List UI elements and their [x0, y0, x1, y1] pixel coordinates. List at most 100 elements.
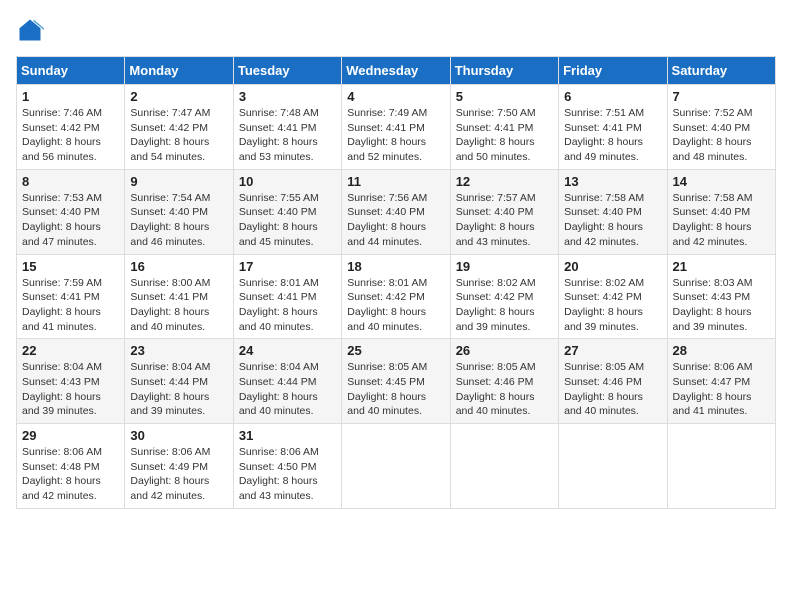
calendar-cell: 7 Sunrise: 7:52 AM Sunset: 4:40 PM Dayli…: [667, 85, 775, 170]
day-info: Sunrise: 8:06 AM Sunset: 4:47 PM Dayligh…: [673, 360, 770, 419]
calendar-cell: [450, 424, 558, 509]
day-number: 15: [22, 259, 119, 274]
calendar-cell: 19 Sunrise: 8:02 AM Sunset: 4:42 PM Dayl…: [450, 254, 558, 339]
calendar-cell: 2 Sunrise: 7:47 AM Sunset: 4:42 PM Dayli…: [125, 85, 233, 170]
day-info: Sunrise: 7:52 AM Sunset: 4:40 PM Dayligh…: [673, 106, 770, 165]
sunrise-time: 8:03 AM: [714, 277, 753, 289]
daylight-label: Daylight: 8 hours and 39 minutes.: [22, 391, 101, 418]
logo-icon: [16, 16, 44, 44]
sunset-label: Sunset:: [239, 291, 278, 303]
sunrise-label: Sunrise:: [22, 192, 63, 204]
sunrise-label: Sunrise:: [564, 107, 605, 119]
day-number: 5: [456, 89, 553, 104]
sunrise-time: 7:48 AM: [280, 107, 319, 119]
day-info: Sunrise: 8:05 AM Sunset: 4:45 PM Dayligh…: [347, 360, 444, 419]
sunset-label: Sunset:: [673, 122, 712, 134]
sunset-time: 4:41 PM: [603, 122, 642, 134]
sunset-time: 4:40 PM: [169, 206, 208, 218]
daylight-label: Daylight: 8 hours and 53 minutes.: [239, 136, 318, 163]
sunset-time: 4:40 PM: [603, 206, 642, 218]
sunset-label: Sunset:: [239, 206, 278, 218]
sunrise-time: 8:05 AM: [606, 361, 645, 373]
sunset-time: 4:41 PM: [494, 122, 533, 134]
sunrise-time: 8:01 AM: [389, 277, 428, 289]
weekday-header-tuesday: Tuesday: [233, 57, 341, 85]
sunrise-label: Sunrise:: [673, 192, 714, 204]
day-number: 7: [673, 89, 770, 104]
day-number: 28: [673, 343, 770, 358]
day-info: Sunrise: 7:51 AM Sunset: 4:41 PM Dayligh…: [564, 106, 661, 165]
sunrise-label: Sunrise:: [239, 446, 280, 458]
sunset-time: 4:42 PM: [386, 291, 425, 303]
daylight-label: Daylight: 8 hours and 39 minutes.: [673, 306, 752, 333]
daylight-label: Daylight: 8 hours and 40 minutes.: [130, 306, 209, 333]
day-info: Sunrise: 8:01 AM Sunset: 4:41 PM Dayligh…: [239, 276, 336, 335]
calendar-cell: 5 Sunrise: 7:50 AM Sunset: 4:41 PM Dayli…: [450, 85, 558, 170]
daylight-label: Daylight: 8 hours and 39 minutes.: [564, 306, 643, 333]
day-info: Sunrise: 8:02 AM Sunset: 4:42 PM Dayligh…: [564, 276, 661, 335]
calendar-cell: 6 Sunrise: 7:51 AM Sunset: 4:41 PM Dayli…: [559, 85, 667, 170]
day-info: Sunrise: 7:49 AM Sunset: 4:41 PM Dayligh…: [347, 106, 444, 165]
day-info: Sunrise: 8:02 AM Sunset: 4:42 PM Dayligh…: [456, 276, 553, 335]
weekday-header-wednesday: Wednesday: [342, 57, 450, 85]
day-number: 18: [347, 259, 444, 274]
sunset-label: Sunset:: [22, 122, 61, 134]
day-info: Sunrise: 7:46 AM Sunset: 4:42 PM Dayligh…: [22, 106, 119, 165]
daylight-label: Daylight: 8 hours and 40 minutes.: [564, 391, 643, 418]
calendar-cell: 22 Sunrise: 8:04 AM Sunset: 4:43 PM Dayl…: [17, 339, 125, 424]
daylight-label: Daylight: 8 hours and 42 minutes.: [564, 221, 643, 248]
sunset-label: Sunset:: [239, 461, 278, 473]
weekday-header-sunday: Sunday: [17, 57, 125, 85]
day-number: 11: [347, 174, 444, 189]
sunrise-time: 7:47 AM: [172, 107, 211, 119]
sunset-time: 4:47 PM: [711, 376, 750, 388]
calendar-cell: 30 Sunrise: 8:06 AM Sunset: 4:49 PM Dayl…: [125, 424, 233, 509]
sunrise-label: Sunrise:: [239, 192, 280, 204]
sunset-time: 4:49 PM: [169, 461, 208, 473]
sunset-label: Sunset:: [347, 291, 386, 303]
day-info: Sunrise: 7:57 AM Sunset: 4:40 PM Dayligh…: [456, 191, 553, 250]
sunset-label: Sunset:: [22, 206, 61, 218]
sunrise-label: Sunrise:: [22, 361, 63, 373]
sunrise-label: Sunrise:: [130, 192, 171, 204]
day-number: 24: [239, 343, 336, 358]
sunrise-time: 7:58 AM: [714, 192, 753, 204]
day-number: 6: [564, 89, 661, 104]
sunset-time: 4:40 PM: [711, 206, 750, 218]
sunrise-time: 8:06 AM: [280, 446, 319, 458]
sunset-label: Sunset:: [239, 376, 278, 388]
sunset-time: 4:42 PM: [61, 122, 100, 134]
weekday-header-monday: Monday: [125, 57, 233, 85]
sunrise-time: 8:04 AM: [63, 361, 102, 373]
day-number: 31: [239, 428, 336, 443]
sunset-label: Sunset:: [347, 122, 386, 134]
daylight-label: Daylight: 8 hours and 45 minutes.: [239, 221, 318, 248]
sunrise-label: Sunrise:: [130, 277, 171, 289]
day-info: Sunrise: 8:00 AM Sunset: 4:41 PM Dayligh…: [130, 276, 227, 335]
sunrise-time: 8:04 AM: [172, 361, 211, 373]
daylight-label: Daylight: 8 hours and 42 minutes.: [130, 475, 209, 502]
day-info: Sunrise: 8:03 AM Sunset: 4:43 PM Dayligh…: [673, 276, 770, 335]
sunset-time: 4:43 PM: [61, 376, 100, 388]
daylight-label: Daylight: 8 hours and 44 minutes.: [347, 221, 426, 248]
calendar-cell: 8 Sunrise: 7:53 AM Sunset: 4:40 PM Dayli…: [17, 169, 125, 254]
calendar-cell: 4 Sunrise: 7:49 AM Sunset: 4:41 PM Dayli…: [342, 85, 450, 170]
daylight-label: Daylight: 8 hours and 40 minutes.: [239, 306, 318, 333]
sunset-label: Sunset:: [673, 206, 712, 218]
sunset-label: Sunset:: [564, 122, 603, 134]
calendar-cell: 1 Sunrise: 7:46 AM Sunset: 4:42 PM Dayli…: [17, 85, 125, 170]
calendar-cell: 17 Sunrise: 8:01 AM Sunset: 4:41 PM Dayl…: [233, 254, 341, 339]
day-info: Sunrise: 7:54 AM Sunset: 4:40 PM Dayligh…: [130, 191, 227, 250]
day-info: Sunrise: 7:59 AM Sunset: 4:41 PM Dayligh…: [22, 276, 119, 335]
sunrise-time: 7:52 AM: [714, 107, 753, 119]
sunrise-label: Sunrise:: [347, 361, 388, 373]
weekday-header-saturday: Saturday: [667, 57, 775, 85]
sunset-time: 4:48 PM: [61, 461, 100, 473]
daylight-label: Daylight: 8 hours and 54 minutes.: [130, 136, 209, 163]
daylight-label: Daylight: 8 hours and 48 minutes.: [673, 136, 752, 163]
day-info: Sunrise: 7:55 AM Sunset: 4:40 PM Dayligh…: [239, 191, 336, 250]
sunset-time: 4:42 PM: [603, 291, 642, 303]
sunrise-label: Sunrise:: [673, 107, 714, 119]
day-number: 10: [239, 174, 336, 189]
sunset-time: 4:42 PM: [494, 291, 533, 303]
